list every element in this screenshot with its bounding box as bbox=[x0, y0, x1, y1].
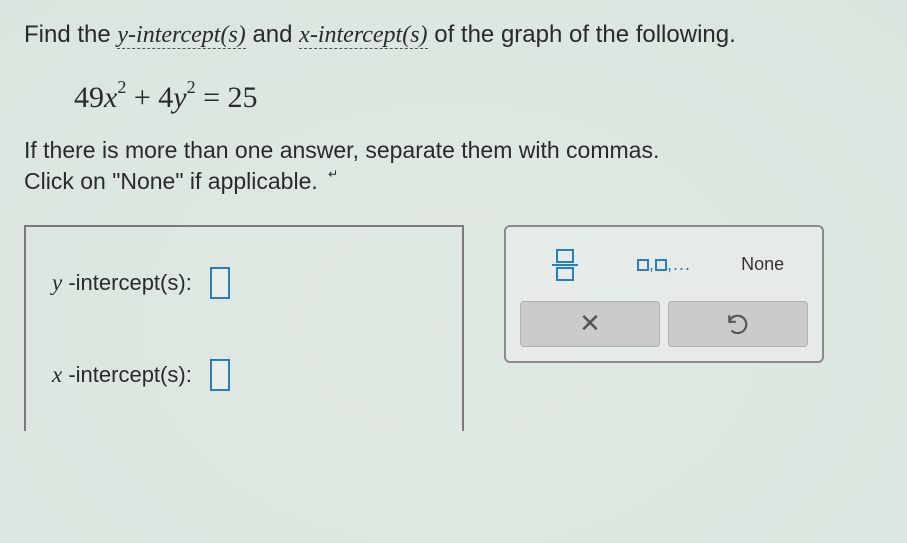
list-icon: ,,... bbox=[637, 254, 691, 275]
fraction-icon bbox=[552, 248, 578, 282]
clear-button[interactable]: ✕ bbox=[520, 301, 660, 347]
question-prompt: Find the y-intercept(s) and x-intercept(… bbox=[24, 18, 883, 53]
prompt-mid: and bbox=[246, 21, 299, 48]
eq-coef-b: 4 bbox=[158, 81, 173, 114]
x-intercept-term[interactable]: x-intercept(s) bbox=[299, 22, 427, 49]
eq-coef-a: 49 bbox=[74, 81, 104, 114]
instructions: If there is more than one answer, separa… bbox=[24, 135, 883, 197]
eq-c: 25 bbox=[228, 81, 258, 114]
x-intercept-input[interactable] bbox=[210, 359, 230, 391]
eq-var-x: x bbox=[104, 81, 117, 114]
none-button[interactable]: None bbox=[719, 241, 807, 289]
y-var: y bbox=[52, 270, 62, 295]
y-intercept-input[interactable] bbox=[210, 267, 230, 299]
eq-exp1: 2 bbox=[117, 77, 126, 97]
list-tool[interactable]: ,,... bbox=[620, 241, 708, 289]
none-label: None bbox=[741, 254, 784, 275]
fraction-tool[interactable] bbox=[521, 241, 609, 289]
eq-exp2: 2 bbox=[187, 77, 196, 97]
x-var: x bbox=[52, 362, 62, 387]
y-intercept-row: y -intercept(s): bbox=[52, 267, 436, 299]
x-intercept-row: x -intercept(s): bbox=[52, 359, 436, 391]
undo-button[interactable] bbox=[668, 301, 808, 347]
answer-box: y -intercept(s): x -intercept(s): bbox=[24, 225, 464, 431]
x-label: -intercept(s): bbox=[62, 362, 192, 387]
cursor-icon: ↵ bbox=[328, 167, 338, 181]
tool-palette: ,,... None ✕ bbox=[504, 225, 824, 363]
close-icon: ✕ bbox=[579, 308, 601, 339]
prompt-tail: of the graph of the following. bbox=[428, 21, 736, 48]
instructions-line2: Click on "None" if applicable. bbox=[24, 168, 318, 194]
y-label: -intercept(s): bbox=[62, 270, 192, 295]
equation: 49x2 + 4y2 = 25 bbox=[74, 71, 883, 113]
eq-plus: + bbox=[126, 81, 158, 114]
instructions-line1: If there is more than one answer, separa… bbox=[24, 135, 883, 166]
y-intercept-term[interactable]: y-intercept(s) bbox=[117, 22, 245, 49]
eq-var-y: y bbox=[173, 81, 186, 114]
prompt-lead: Find the bbox=[24, 21, 117, 48]
eq-equals: = bbox=[196, 81, 228, 114]
undo-icon bbox=[725, 311, 751, 337]
